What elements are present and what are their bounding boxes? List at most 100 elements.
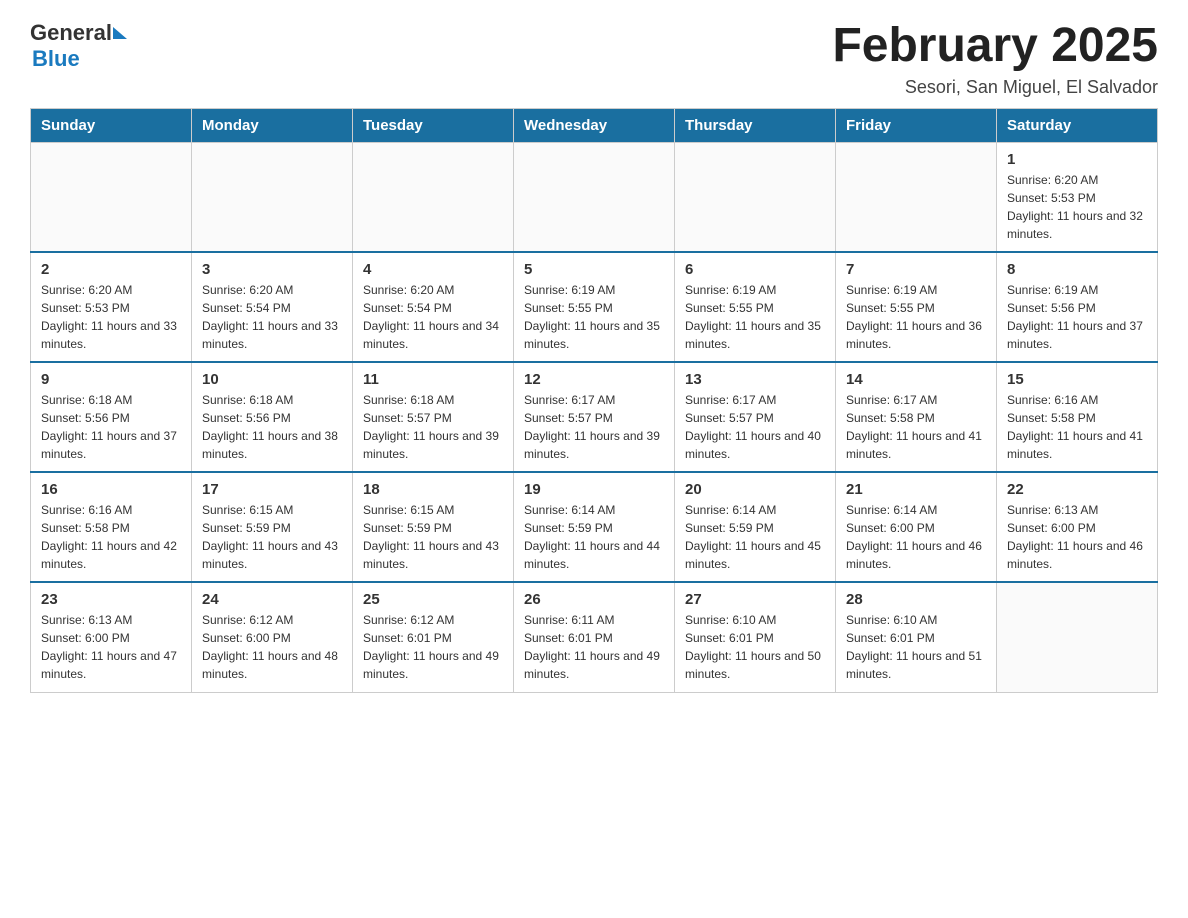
calendar-day <box>31 142 192 252</box>
day-info: Sunrise: 6:17 AMSunset: 5:58 PMDaylight:… <box>846 391 986 463</box>
day-info: Sunrise: 6:11 AMSunset: 6:01 PMDaylight:… <box>524 611 664 683</box>
day-number: 7 <box>846 261 986 278</box>
day-number: 4 <box>363 261 503 278</box>
day-number: 8 <box>1007 261 1147 278</box>
calendar-title: February 2025 <box>832 20 1158 73</box>
day-number: 10 <box>202 371 342 388</box>
day-number: 17 <box>202 481 342 498</box>
day-info: Sunrise: 6:10 AMSunset: 6:01 PMDaylight:… <box>685 611 825 683</box>
calendar-day: 17 Sunrise: 6:15 AMSunset: 5:59 PMDayligh… <box>192 472 353 582</box>
logo: General Blue <box>30 20 127 72</box>
day-info: Sunrise: 6:20 AMSunset: 5:53 PMDaylight:… <box>1007 171 1147 243</box>
calendar-day: 11 Sunrise: 6:18 AMSunset: 5:57 PMDayligh… <box>353 362 514 472</box>
day-info: Sunrise: 6:14 AMSunset: 5:59 PMDaylight:… <box>524 501 664 573</box>
day-info: Sunrise: 6:12 AMSunset: 6:00 PMDaylight:… <box>202 611 342 683</box>
calendar-day: 19Sunrise: 6:14 AMSunset: 5:59 PMDayligh… <box>514 472 675 582</box>
calendar-day: 6 Sunrise: 6:19 AMSunset: 5:55 PMDaylight… <box>675 252 836 362</box>
logo-triangle-icon <box>113 27 127 39</box>
calendar-day: 8 Sunrise: 6:19 AMSunset: 5:56 PMDaylight… <box>997 252 1158 362</box>
day-number: 9 <box>41 371 181 388</box>
day-number: 24 <box>202 591 342 608</box>
day-number: 25 <box>363 591 503 608</box>
day-info: Sunrise: 6:19 AMSunset: 5:55 PMDaylight:… <box>685 281 825 353</box>
day-info: Sunrise: 6:13 AMSunset: 6:00 PMDaylight:… <box>41 611 181 683</box>
page-header: General Blue February 2025 Sesori, San M… <box>30 20 1158 98</box>
day-info: Sunrise: 6:14 AMSunset: 6:00 PMDaylight:… <box>846 501 986 573</box>
header-friday: Friday <box>836 108 997 142</box>
day-info: Sunrise: 6:20 AMSunset: 5:53 PMDaylight:… <box>41 281 181 353</box>
day-info: Sunrise: 6:17 AMSunset: 5:57 PMDaylight:… <box>524 391 664 463</box>
calendar-day: 5 Sunrise: 6:19 AMSunset: 5:55 PMDaylight… <box>514 252 675 362</box>
calendar-day: 23 Sunrise: 6:13 AMSunset: 6:00 PMDayligh… <box>31 582 192 692</box>
day-info: Sunrise: 6:18 AMSunset: 5:56 PMDaylight:… <box>202 391 342 463</box>
header-saturday: Saturday <box>997 108 1158 142</box>
day-info: Sunrise: 6:16 AMSunset: 5:58 PMDaylight:… <box>1007 391 1147 463</box>
calendar-day: 16 Sunrise: 6:16 AMSunset: 5:58 PMDayligh… <box>31 472 192 582</box>
day-number: 1 <box>1007 151 1147 168</box>
calendar-week-3: 9 Sunrise: 6:18 AMSunset: 5:56 PMDaylight… <box>31 362 1158 472</box>
calendar-day <box>836 142 997 252</box>
logo-blue: Blue <box>32 46 80 71</box>
day-info: Sunrise: 6:20 AMSunset: 5:54 PMDaylight:… <box>202 281 342 353</box>
calendar-table: SundayMondayTuesdayWednesdayThursdayFrid… <box>30 108 1158 693</box>
day-number: 3 <box>202 261 342 278</box>
day-info: Sunrise: 6:15 AMSunset: 5:59 PMDaylight:… <box>363 501 503 573</box>
day-info: Sunrise: 6:14 AMSunset: 5:59 PMDaylight:… <box>685 501 825 573</box>
calendar-day: 18 Sunrise: 6:15 AMSunset: 5:59 PMDayligh… <box>353 472 514 582</box>
day-number: 13 <box>685 371 825 388</box>
day-info: Sunrise: 6:12 AMSunset: 6:01 PMDaylight:… <box>363 611 503 683</box>
calendar-day <box>353 142 514 252</box>
day-number: 26 <box>524 591 664 608</box>
calendar-day: 13 Sunrise: 6:17 AMSunset: 5:57 PMDayligh… <box>675 362 836 472</box>
header-tuesday: Tuesday <box>353 108 514 142</box>
day-number: 2 <box>41 261 181 278</box>
logo-general: General <box>30 20 112 46</box>
calendar-week-5: 23 Sunrise: 6:13 AMSunset: 6:00 PMDayligh… <box>31 582 1158 692</box>
title-block: February 2025 Sesori, San Miguel, El Sal… <box>832 20 1158 98</box>
day-number: 28 <box>846 591 986 608</box>
calendar-day: 21 Sunrise: 6:14 AMSunset: 6:00 PMDayligh… <box>836 472 997 582</box>
day-number: 22 <box>1007 481 1147 498</box>
day-info: Sunrise: 6:16 AMSunset: 5:58 PMDaylight:… <box>41 501 181 573</box>
day-number: 11 <box>363 371 503 388</box>
calendar-day: 14 Sunrise: 6:17 AMSunset: 5:58 PMDayligh… <box>836 362 997 472</box>
calendar-day: 28 Sunrise: 6:10 AMSunset: 6:01 PMDayligh… <box>836 582 997 692</box>
calendar-day: 12 Sunrise: 6:17 AMSunset: 5:57 PMDayligh… <box>514 362 675 472</box>
day-info: Sunrise: 6:19 AMSunset: 5:56 PMDaylight:… <box>1007 281 1147 353</box>
day-info: Sunrise: 6:18 AMSunset: 5:57 PMDaylight:… <box>363 391 503 463</box>
day-info: Sunrise: 6:15 AMSunset: 5:59 PMDaylight:… <box>202 501 342 573</box>
day-info: Sunrise: 6:19 AMSunset: 5:55 PMDaylight:… <box>524 281 664 353</box>
calendar-day: 26 Sunrise: 6:11 AMSunset: 6:01 PMDayligh… <box>514 582 675 692</box>
day-number: 23 <box>41 591 181 608</box>
calendar-day: 3 Sunrise: 6:20 AMSunset: 5:54 PMDaylight… <box>192 252 353 362</box>
calendar-day <box>192 142 353 252</box>
calendar-day: 9Sunrise: 6:18 AMSunset: 5:56 PMDaylight… <box>31 362 192 472</box>
header-monday: Monday <box>192 108 353 142</box>
calendar-day: 4 Sunrise: 6:20 AMSunset: 5:54 PMDaylight… <box>353 252 514 362</box>
calendar-day: 24 Sunrise: 6:12 AMSunset: 6:00 PMDayligh… <box>192 582 353 692</box>
calendar-week-4: 16 Sunrise: 6:16 AMSunset: 5:58 PMDayligh… <box>31 472 1158 582</box>
location-subtitle: Sesori, San Miguel, El Salvador <box>832 77 1158 98</box>
day-number: 6 <box>685 261 825 278</box>
day-info: Sunrise: 6:20 AMSunset: 5:54 PMDaylight:… <box>363 281 503 353</box>
calendar-day: 20Sunrise: 6:14 AMSunset: 5:59 PMDayligh… <box>675 472 836 582</box>
calendar-day: 15 Sunrise: 6:16 AMSunset: 5:58 PMDayligh… <box>997 362 1158 472</box>
day-info: Sunrise: 6:10 AMSunset: 6:01 PMDaylight:… <box>846 611 986 683</box>
day-number: 16 <box>41 481 181 498</box>
calendar-day <box>997 582 1158 692</box>
calendar-day: 7 Sunrise: 6:19 AMSunset: 5:55 PMDaylight… <box>836 252 997 362</box>
day-number: 14 <box>846 371 986 388</box>
calendar-week-1: 1 Sunrise: 6:20 AMSunset: 5:53 PMDaylight… <box>31 142 1158 252</box>
calendar-day <box>514 142 675 252</box>
day-info: Sunrise: 6:17 AMSunset: 5:57 PMDaylight:… <box>685 391 825 463</box>
calendar-header-row: SundayMondayTuesdayWednesdayThursdayFrid… <box>31 108 1158 142</box>
day-info: Sunrise: 6:19 AMSunset: 5:55 PMDaylight:… <box>846 281 986 353</box>
calendar-day <box>675 142 836 252</box>
day-number: 18 <box>363 481 503 498</box>
day-number: 12 <box>524 371 664 388</box>
calendar-day: 10 Sunrise: 6:18 AMSunset: 5:56 PMDayligh… <box>192 362 353 472</box>
day-number: 15 <box>1007 371 1147 388</box>
day-number: 5 <box>524 261 664 278</box>
day-info: Sunrise: 6:13 AMSunset: 6:00 PMDaylight:… <box>1007 501 1147 573</box>
day-number: 21 <box>846 481 986 498</box>
